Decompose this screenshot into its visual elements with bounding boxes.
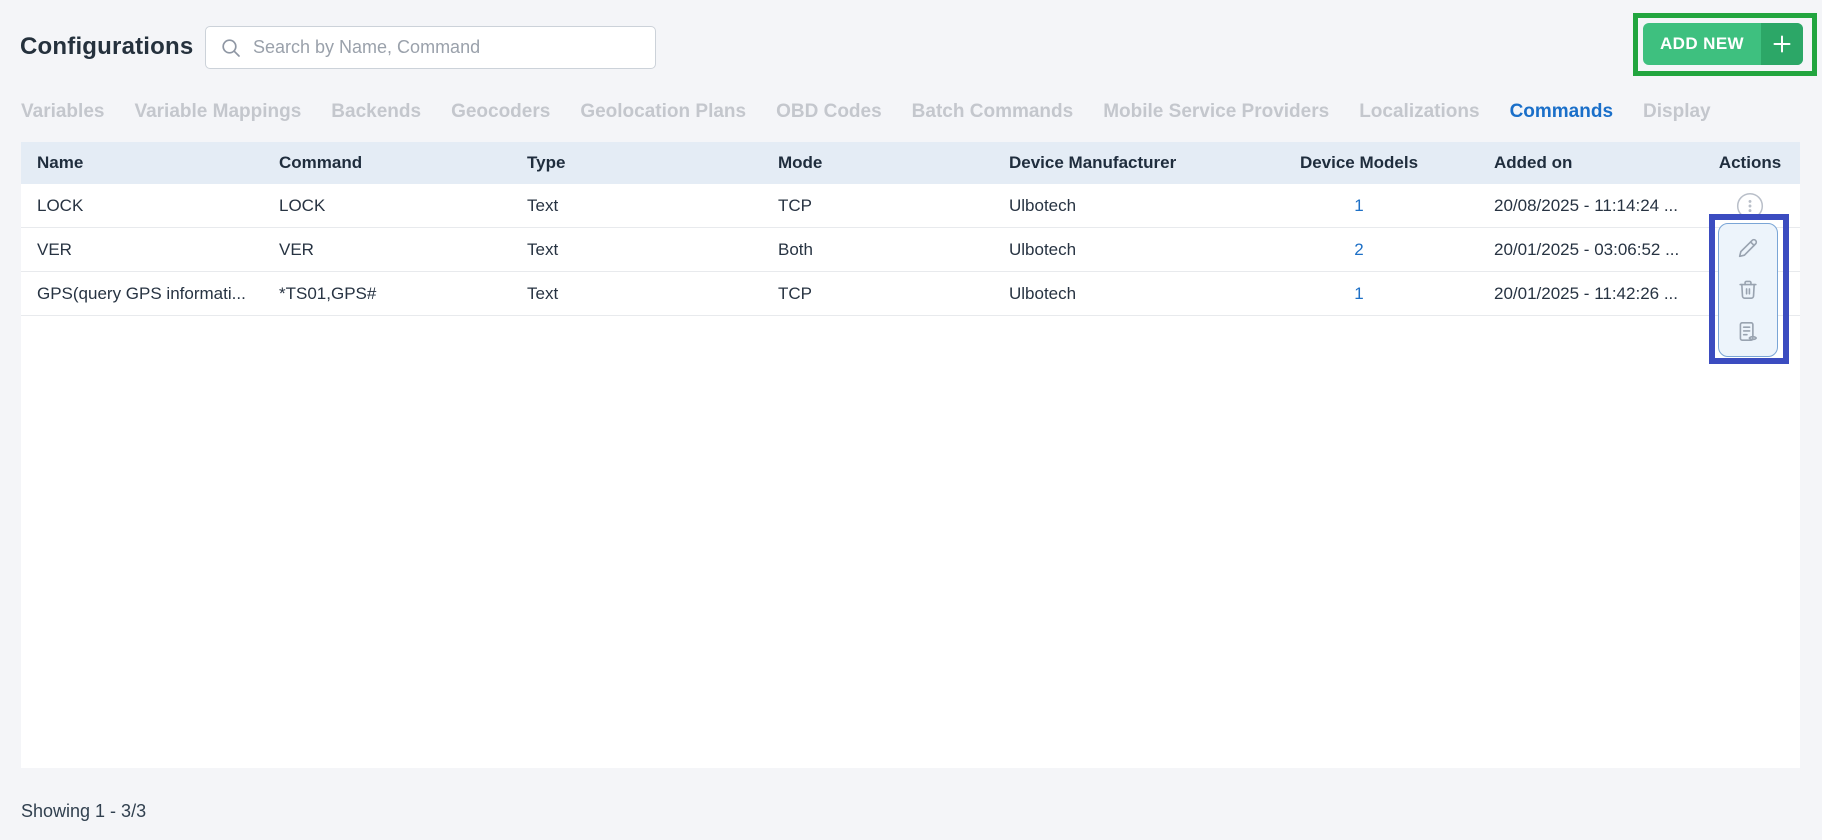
cell-added-on: 20/08/2025 - 11:14:24 ...	[1494, 195, 1678, 215]
cell-mode: TCP	[778, 195, 812, 215]
tab-localizations[interactable]: Localizations	[1359, 101, 1479, 123]
cell-manufacturer: Ulbotech	[1009, 239, 1077, 259]
table-header-row: Name Command Type Mode Device Manufactur…	[21, 142, 1800, 184]
add-new-label: ADD NEW	[1659, 34, 1744, 53]
cell-command: VER	[279, 239, 314, 259]
page-title: Configurations	[20, 33, 194, 60]
cell-manufacturer: Ulbotech	[1009, 283, 1077, 303]
table-row: LOCK LOCK Text TCP Ulbotech 1 20/08/2025…	[21, 184, 1800, 228]
cell-name: GPS(query GPS informati...	[37, 283, 246, 303]
device-models-link[interactable]: 1	[1354, 196, 1363, 215]
tab-batch-commands[interactable]: Batch Commands	[912, 101, 1074, 123]
tab-variable-mappings[interactable]: Variable Mappings	[134, 101, 301, 123]
col-header-actions: Actions	[1718, 153, 1782, 172]
tab-geocoders[interactable]: Geocoders	[451, 101, 550, 123]
add-new-button[interactable]: ADD NEW	[1643, 23, 1803, 65]
cell-type: Text	[527, 195, 559, 215]
tab-backends[interactable]: Backends	[331, 101, 421, 123]
cell-added-on: 20/01/2025 - 03:06:52 ...	[1494, 239, 1680, 259]
search-input[interactable]	[253, 37, 641, 58]
cell-name: LOCK	[37, 195, 84, 215]
table-row: VER VER Text Both Ulbotech 2 20/01/2025 …	[21, 228, 1800, 272]
cell-mode: TCP	[778, 283, 812, 303]
tab-variables[interactable]: Variables	[21, 101, 104, 123]
tab-obd-codes[interactable]: OBD Codes	[776, 101, 882, 123]
table-row: GPS(query GPS informati... *TS01,GPS# Te…	[21, 272, 1800, 316]
cell-mode: Both	[778, 239, 813, 259]
tab-commands[interactable]: Commands	[1510, 101, 1613, 123]
col-header-added-on: Added on	[1494, 153, 1573, 172]
tab-mobile-service-providers[interactable]: Mobile Service Providers	[1103, 101, 1329, 123]
col-header-device-models: Device Models	[1299, 153, 1419, 172]
configurations-page: Configurations ADD NEW Variables Variabl…	[0, 0, 1822, 840]
cell-command: *TS01,GPS#	[279, 283, 377, 303]
cell-added-on: 20/01/2025 - 11:42:26 ...	[1494, 283, 1678, 303]
search-icon	[220, 37, 242, 59]
col-header-type: Type	[527, 153, 566, 172]
col-header-command: Command	[279, 153, 363, 172]
device-models-link[interactable]: 2	[1354, 240, 1363, 259]
tab-display[interactable]: Display	[1643, 101, 1711, 123]
cell-manufacturer: Ulbotech	[1009, 195, 1077, 215]
col-header-name: Name	[37, 153, 84, 172]
pagination-status: Showing 1 - 3/3	[21, 801, 147, 821]
plus-icon	[1761, 23, 1803, 65]
device-models-link[interactable]: 1	[1354, 284, 1363, 303]
col-header-mode: Mode	[778, 153, 823, 172]
cell-type: Text	[527, 239, 559, 259]
commands-table: Name Command Type Mode Device Manufactur…	[21, 142, 1800, 768]
tab-geolocation-plans[interactable]: Geolocation Plans	[580, 101, 746, 123]
cell-name: VER	[37, 239, 72, 259]
cell-type: Text	[527, 283, 559, 303]
col-header-device-manufacturer: Device Manufacturer	[1009, 153, 1177, 172]
search-box[interactable]	[205, 26, 656, 69]
cell-command: LOCK	[279, 195, 326, 215]
actions-menu-highlight-box	[1709, 214, 1789, 364]
config-tabs: Variables Variable Mappings Backends Geo…	[21, 101, 1711, 123]
